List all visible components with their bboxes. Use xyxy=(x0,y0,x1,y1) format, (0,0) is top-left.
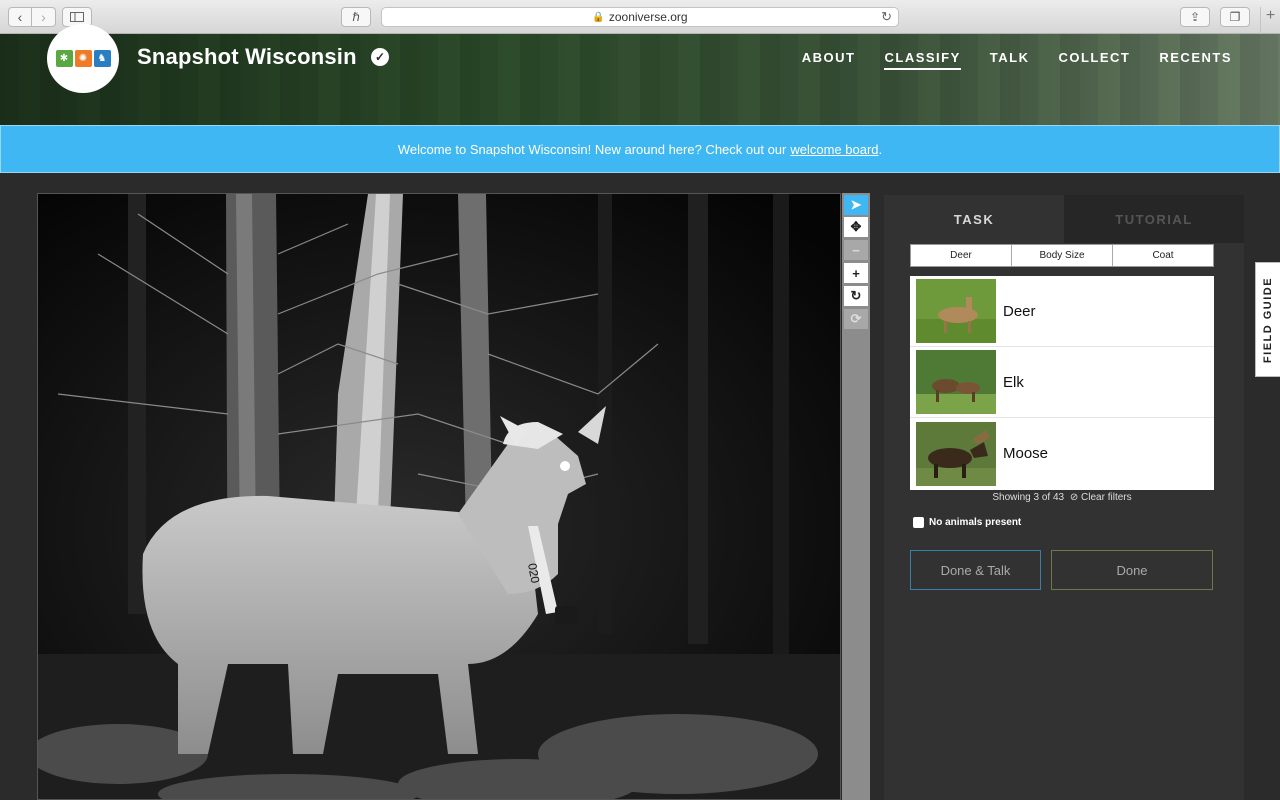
nav-collect[interactable]: COLLECT xyxy=(1058,50,1130,70)
project-nav: ABOUT CLASSIFY TALK COLLECT RECENTS xyxy=(802,50,1232,70)
share-icon: ⇪ xyxy=(1189,10,1201,24)
zoom-in-icon: + xyxy=(852,265,860,281)
address-bar[interactable]: 🔒 zooniverse.org ↻ xyxy=(381,7,899,27)
choice-deer[interactable]: Deer xyxy=(910,276,1214,347)
panel-tabs: TASK TUTORIAL xyxy=(884,195,1244,243)
choice-moose-label: Moose xyxy=(1003,445,1049,462)
reset-button[interactable]: ⟳ xyxy=(844,309,868,329)
image-toolbar: ➤ ✥ − + ↻ ⟳ xyxy=(842,193,870,800)
tab-tutorial[interactable]: TUTORIAL xyxy=(1064,195,1244,243)
new-tab-button[interactable]: + xyxy=(1260,7,1280,34)
project-title[interactable]: Snapshot Wisconsin xyxy=(137,44,357,70)
choice-moose[interactable]: Moose xyxy=(910,418,1214,489)
filter-deer[interactable]: Deer xyxy=(911,245,1012,266)
chevron-left-icon: ‹ xyxy=(17,9,23,25)
project-header: ✱ ✺ ♞ Snapshot Wisconsin ✓ ABOUT CLASSIF… xyxy=(0,24,1280,125)
nav-talk[interactable]: TALK xyxy=(990,50,1030,70)
subject-image[interactable]: 020 xyxy=(37,193,841,800)
clear-filters-button[interactable]: ⊘ Clear filters xyxy=(1070,492,1132,503)
nav-about[interactable]: ABOUT xyxy=(802,50,856,70)
field-guide-tab[interactable]: FIELD GUIDE xyxy=(1255,262,1280,377)
tab-task[interactable]: TASK xyxy=(884,195,1064,243)
zoom-out-button[interactable]: − xyxy=(844,240,868,260)
filter-coat[interactable]: Coat xyxy=(1113,245,1213,266)
extension-icon: ℏ xyxy=(352,10,360,24)
tabs-overview-button[interactable]: ❐ xyxy=(1220,7,1250,27)
banner-text: Welcome to Snapshot Wisconsin! New aroun… xyxy=(397,141,787,157)
rotate-button[interactable]: ↻ xyxy=(844,286,868,306)
results-count: Showing 3 of 43 ⊘ Clear filters xyxy=(910,492,1214,503)
forward-button[interactable]: › xyxy=(32,7,56,27)
extension-button[interactable]: ℏ xyxy=(341,7,371,27)
project-logo[interactable]: ✱ ✺ ♞ xyxy=(47,24,119,93)
clear-filters-label: Clear filters xyxy=(1081,492,1132,503)
sidebar-icon xyxy=(70,12,84,22)
showing-text: Showing 3 of 43 xyxy=(992,492,1065,503)
animal-icon: ♞ xyxy=(93,50,111,67)
verified-badge-icon: ✓ xyxy=(371,48,389,66)
back-button[interactable]: ‹ xyxy=(8,7,32,27)
nav-recents[interactable]: RECENTS xyxy=(1159,50,1232,70)
zoom-in-button[interactable]: + xyxy=(844,263,868,283)
banner-suffix: . xyxy=(878,141,883,157)
task-panel: TASK TUTORIAL Deer Body Size Coat Deer E… xyxy=(884,195,1244,800)
done-and-talk-button[interactable]: Done & Talk xyxy=(910,550,1041,590)
elk-thumbnail xyxy=(916,350,996,414)
deer-thumbnail xyxy=(916,279,996,343)
pointer-tool-button[interactable]: ➤ xyxy=(844,195,868,215)
species-choices: Deer Elk Moose xyxy=(910,276,1214,490)
moose-thumbnail xyxy=(916,421,996,486)
no-animals-checkbox[interactable]: No animals present xyxy=(913,517,1021,528)
url-text: zooniverse.org xyxy=(608,10,688,24)
chevron-right-icon: › xyxy=(41,9,46,25)
rotate-icon: ↻ xyxy=(850,288,862,303)
tabs-icon: ❐ xyxy=(1229,10,1241,24)
nav-classify[interactable]: CLASSIFY xyxy=(884,50,961,70)
reset-icon: ⟳ xyxy=(850,311,862,326)
choice-deer-label: Deer xyxy=(1003,302,1036,320)
done-button[interactable]: Done xyxy=(1051,550,1213,590)
reload-icon[interactable]: ↻ xyxy=(881,9,892,25)
plus-icon: + xyxy=(1265,7,1276,24)
pan-tool-button[interactable]: ✥ xyxy=(844,217,868,237)
zoom-out-icon: − xyxy=(852,242,860,258)
no-animals-label: No animals present xyxy=(929,517,1022,528)
pointer-icon: ➤ xyxy=(850,197,862,212)
field-guide-label: FIELD GUIDE xyxy=(1262,276,1275,363)
choice-elk-label: Elk xyxy=(1003,373,1024,391)
pan-icon: ✥ xyxy=(850,219,862,234)
welcome-banner: Welcome to Snapshot Wisconsin! New aroun… xyxy=(0,125,1280,173)
camera-trap-photo: 020 xyxy=(38,194,840,799)
welcome-board-link[interactable]: welcome board xyxy=(790,142,878,157)
checkbox-box[interactable] xyxy=(913,517,924,528)
tree-icon: ✱ xyxy=(55,50,73,67)
choice-elk[interactable]: Elk xyxy=(910,347,1214,418)
history-buttons: ‹ › xyxy=(8,7,56,27)
lock-icon: 🔒 xyxy=(592,11,605,23)
active-filters: Deer Body Size Coat xyxy=(910,244,1214,267)
sun-icon: ✺ xyxy=(74,50,92,67)
filter-body-size[interactable]: Body Size xyxy=(1012,245,1113,266)
clear-icon: ⊘ xyxy=(1069,492,1079,503)
browser-toolbar: ‹ › ℏ 🔒 zooniverse.org ↻ ⇪ ❐ + xyxy=(0,0,1280,34)
share-button[interactable]: ⇪ xyxy=(1180,7,1210,27)
